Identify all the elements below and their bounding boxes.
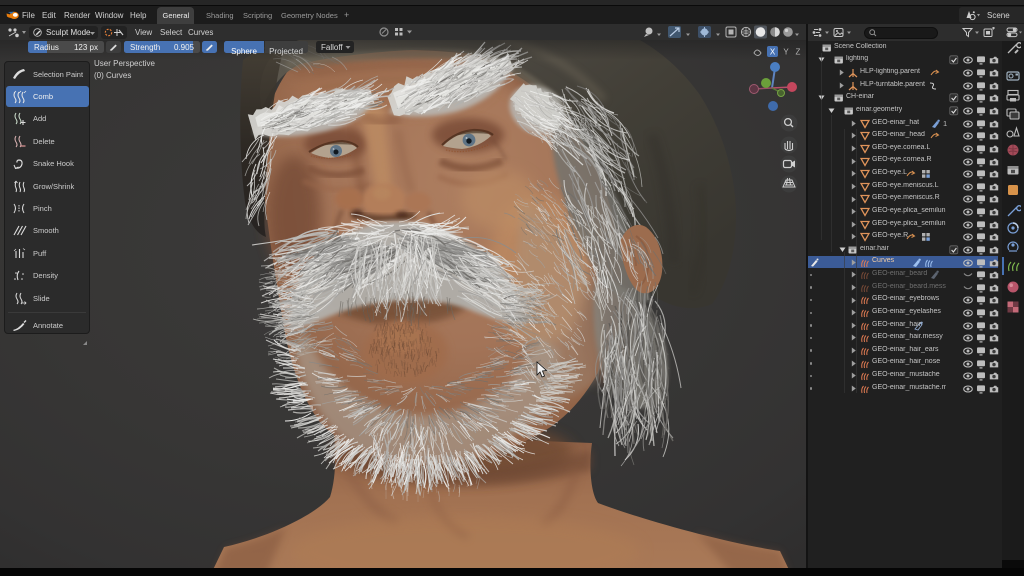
svg-text:Y: Y bbox=[783, 48, 789, 57]
svg-text:X: X bbox=[770, 48, 776, 57]
svg-text:Z: Z bbox=[796, 48, 801, 57]
